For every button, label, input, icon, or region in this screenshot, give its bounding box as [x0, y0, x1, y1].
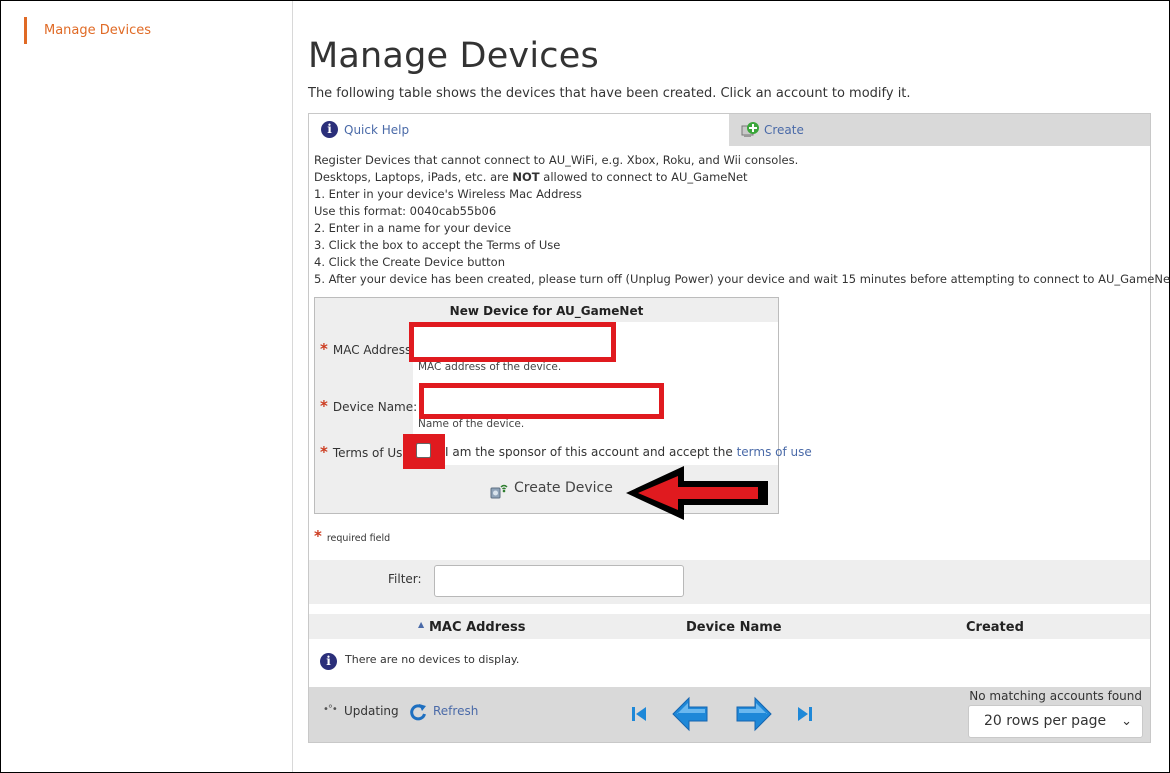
- mac-address-label: * MAC Address:: [320, 340, 415, 358]
- sidebar: Manage Devices: [1, 1, 293, 772]
- terms-checkbox[interactable]: [416, 443, 431, 458]
- filter-label: Filter:: [388, 572, 422, 586]
- tab-quick-help-container: i Quick Help: [309, 114, 729, 146]
- form-title: New Device for AU_GameNet: [315, 298, 778, 322]
- help-instructions: Register Devices that cannot connect to …: [314, 152, 1170, 288]
- create-device-label: Create Device: [514, 480, 613, 496]
- terms-statement-text: I am the sponsor of this account and acc…: [445, 445, 737, 459]
- previous-page-icon[interactable]: [671, 696, 709, 732]
- table-header: ▲ MAC Address Device Name Created: [309, 614, 1150, 639]
- sidebar-item-manage-devices[interactable]: Manage Devices: [24, 17, 151, 44]
- new-device-form: New Device for AU_GameNet * MAC Address: …: [314, 297, 812, 520]
- help-text: allowed to connect to AU_GameNet: [539, 170, 748, 184]
- refresh-label: Refresh: [433, 704, 479, 718]
- help-line: 2. Enter in a name for your device: [314, 221, 512, 235]
- table-footer: •°• Updating Refresh No matching account…: [309, 687, 1150, 742]
- device-name-field-wrap: Name of the device.: [413, 379, 778, 434]
- mac-address-hint: MAC address of the device.: [418, 361, 562, 373]
- tab-quick-help-label: Quick Help: [344, 123, 410, 137]
- refresh-button[interactable]: Refresh: [409, 704, 479, 721]
- devices-panel: i Quick Help Create Register Devices tha…: [308, 113, 1170, 743]
- tab-create-label: Create: [764, 123, 804, 137]
- create-device-button[interactable]: Create Device: [489, 480, 613, 500]
- help-line: Desktops, Laptops, iPads, etc. are NOT a…: [314, 169, 1170, 186]
- rows-per-page-select[interactable]: 20 rows per page ⌄: [968, 705, 1143, 738]
- page-title: Manage Devices: [308, 36, 599, 76]
- filter-input[interactable]: [434, 565, 684, 597]
- device-name-hint: Name of the device.: [418, 418, 525, 430]
- help-line: 3. Click the box to accept the Terms of …: [314, 238, 561, 252]
- empty-table-row: i There are no devices to display.: [309, 639, 1150, 687]
- add-device-icon: [741, 122, 759, 137]
- last-page-icon[interactable]: [797, 705, 813, 723]
- help-line: Use this format: 0040cab55b06: [314, 204, 497, 218]
- network-device-icon: [490, 484, 508, 499]
- annotation-arrow: [626, 466, 768, 520]
- help-line: 5. After your device has been created, p…: [314, 272, 1170, 286]
- device-name-input[interactable]: [419, 383, 664, 419]
- updating-label: Updating: [344, 704, 399, 718]
- next-page-icon[interactable]: [735, 696, 773, 732]
- tab-quick-help[interactable]: i Quick Help: [309, 114, 409, 146]
- tab-create[interactable]: Create: [739, 114, 804, 146]
- required-field-note: * required field: [314, 527, 390, 545]
- mac-address-label-text: MAC Address:: [332, 343, 416, 357]
- help-line: 4. Click the Create Device button: [314, 255, 505, 269]
- column-header-device-name[interactable]: Device Name: [686, 620, 782, 635]
- required-marker: *: [320, 443, 328, 461]
- required-field-note-text: required field: [326, 533, 391, 544]
- no-match-status: No matching accounts found: [969, 689, 1142, 703]
- sort-ascending-icon: ▲: [418, 620, 425, 629]
- updating-status: •°• Updating: [323, 704, 399, 718]
- terms-statement: I am the sponsor of this account and acc…: [445, 445, 812, 459]
- mac-address-field-wrap: MAC address of the device.: [409, 322, 778, 377]
- chevron-down-icon: ⌄: [1121, 714, 1132, 729]
- help-bold-text: NOT: [512, 170, 540, 184]
- device-name-label-text: Device Name:: [332, 400, 418, 414]
- filter-row: Filter:: [309, 560, 1150, 604]
- required-marker: *: [314, 527, 322, 545]
- help-line: 1. Enter in your device's Wireless Mac A…: [314, 187, 582, 201]
- mac-address-input[interactable]: [409, 322, 616, 362]
- terms-of-use-link[interactable]: terms of use: [737, 445, 812, 459]
- first-page-icon[interactable]: [631, 705, 647, 723]
- tab-bar: i Quick Help Create: [309, 114, 1150, 146]
- terms-of-use-label-text: Terms of Use:: [332, 446, 414, 460]
- empty-message: There are no devices to display.: [345, 653, 520, 666]
- column-header-mac-address[interactable]: MAC Address: [429, 620, 525, 635]
- help-text: Desktops, Laptops, iPads, etc. are: [314, 170, 513, 184]
- help-line: Register Devices that cannot connect to …: [314, 153, 799, 167]
- info-icon: i: [320, 653, 337, 670]
- terms-of-use-label: * Terms of Use:: [320, 443, 414, 461]
- column-header-created[interactable]: Created: [966, 620, 1024, 635]
- required-marker: *: [320, 340, 328, 358]
- info-icon: i: [321, 121, 338, 138]
- page-description: The following table shows the devices th…: [308, 86, 911, 101]
- refresh-icon: [410, 704, 426, 721]
- loading-spinner-icon: •°•: [323, 704, 338, 715]
- rows-per-page-value: 20 rows per page: [984, 713, 1107, 729]
- device-name-label: * Device Name:: [320, 397, 417, 415]
- required-marker: *: [320, 397, 328, 415]
